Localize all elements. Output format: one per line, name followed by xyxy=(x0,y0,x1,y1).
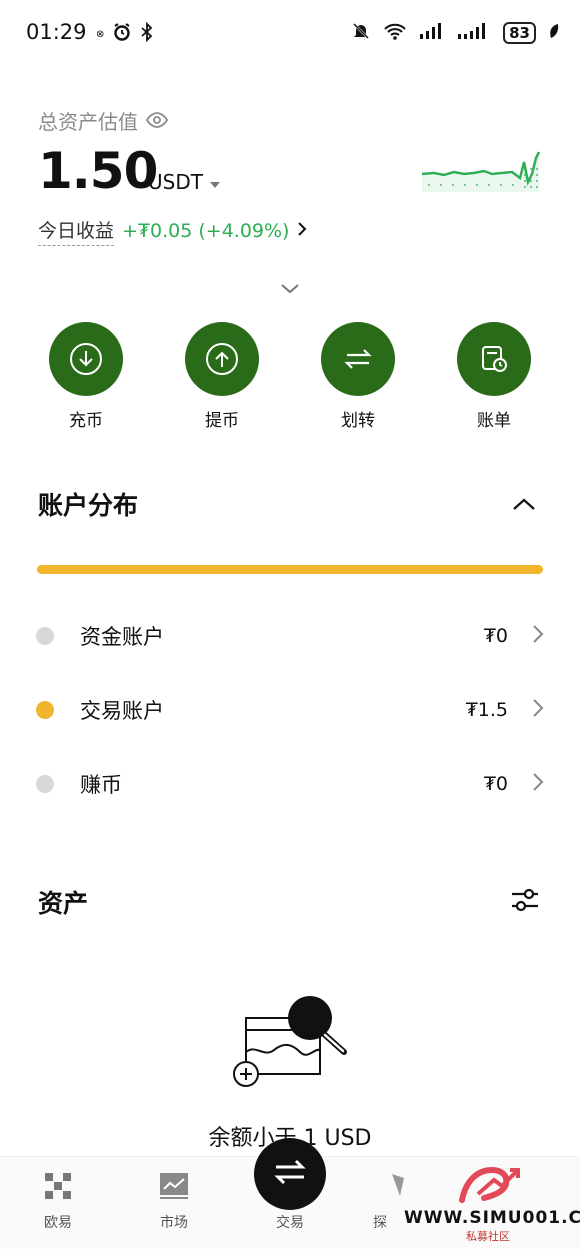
leaf-icon xyxy=(548,23,560,43)
status-left-icons: ⊗ xyxy=(96,21,154,46)
currency-label: USDT xyxy=(148,170,203,194)
account-dot xyxy=(36,627,54,645)
caret-down-icon xyxy=(209,170,221,194)
account-value: ₮0 xyxy=(483,773,508,795)
today-pnl-label: 今日收益 xyxy=(38,216,115,246)
nav-home[interactable]: 欧易 xyxy=(13,1170,103,1232)
expand-chevron-icon[interactable] xyxy=(280,280,300,299)
account-row-earn[interactable]: 赚币 ₮0 xyxy=(36,764,544,804)
dot-icon: ⊗ xyxy=(96,28,105,40)
account-row-trading[interactable]: 交易账户 ₮1.5 xyxy=(36,690,544,730)
eye-icon[interactable] xyxy=(145,109,169,133)
status-right-icons: 83 xyxy=(351,21,560,45)
chevron-right-icon xyxy=(532,772,544,796)
nav-trade-label: 交易 xyxy=(276,1215,304,1231)
account-name: 赚币 xyxy=(80,773,122,797)
chevron-right-icon xyxy=(532,624,544,648)
account-row-funding[interactable]: 资金账户 ₮0 xyxy=(36,616,544,656)
today-pnl[interactable]: 今日收益 +₮0.05 (+4.09%) xyxy=(38,216,307,246)
nav-home-label: 欧易 xyxy=(44,1215,72,1231)
bill-button[interactable]: 账单 xyxy=(454,322,534,431)
account-dot xyxy=(36,775,54,793)
battery-level: 83 xyxy=(503,22,536,44)
nav-market-label: 市场 xyxy=(160,1215,188,1231)
upload-icon xyxy=(185,322,259,396)
asset-sparkline[interactable] xyxy=(420,140,542,198)
alarm-icon xyxy=(112,22,132,46)
download-icon xyxy=(49,322,123,396)
mute-icon xyxy=(351,21,371,45)
watermark-text: WWW.SIMU001.CN xyxy=(404,1208,580,1228)
okx-logo-icon xyxy=(13,1170,103,1202)
chevron-right-icon xyxy=(297,220,307,242)
wifi-icon xyxy=(383,21,407,45)
total-assets-label: 总资产估值 xyxy=(38,106,169,135)
bill-label: 账单 xyxy=(477,411,511,431)
distribution-title: 账户分布 xyxy=(38,491,139,520)
market-chart-icon xyxy=(129,1170,219,1202)
chevron-right-icon xyxy=(532,698,544,722)
withdraw-label: 提币 xyxy=(205,411,239,431)
withdraw-button[interactable]: 提币 xyxy=(182,322,262,431)
nav-market[interactable]: 市场 xyxy=(129,1170,219,1232)
account-name: 资金账户 xyxy=(80,625,164,649)
bluetooth-icon xyxy=(140,21,154,46)
account-dot xyxy=(36,701,54,719)
total-assets-value: 1.50 xyxy=(38,142,158,200)
watermark-subtitle: 私募社区 xyxy=(466,1230,510,1243)
deposit-label: 充币 xyxy=(69,411,103,431)
transfer-icon xyxy=(321,322,395,396)
transfer-label: 划转 xyxy=(341,411,375,431)
assets-title: 资产 xyxy=(38,889,89,918)
watermark-logo-icon xyxy=(458,1164,522,1210)
account-value: ₮1.5 xyxy=(465,699,508,721)
currency-selector[interactable]: USDT xyxy=(148,170,221,194)
status-time: 01:29 xyxy=(26,20,87,44)
transfer-button[interactable]: 划转 xyxy=(318,322,398,431)
nav-trade[interactable]: 交易 xyxy=(245,1170,335,1232)
empty-wallet-illustration xyxy=(228,990,352,1094)
signal-icon xyxy=(419,22,445,44)
signal-icon-2 xyxy=(457,22,491,44)
today-pnl-value: +₮0.05 (+4.09%) xyxy=(122,220,290,242)
account-name: 交易账户 xyxy=(80,699,164,723)
explore-icon xyxy=(353,1170,443,1202)
filter-icon[interactable] xyxy=(510,886,540,918)
bill-icon xyxy=(457,322,531,396)
collapse-chevron-icon[interactable] xyxy=(512,496,536,515)
deposit-button[interactable]: 充币 xyxy=(46,322,126,431)
account-value: ₮0 xyxy=(483,625,508,647)
distribution-bar xyxy=(37,565,543,574)
total-assets-label-text: 总资产估值 xyxy=(38,110,138,134)
